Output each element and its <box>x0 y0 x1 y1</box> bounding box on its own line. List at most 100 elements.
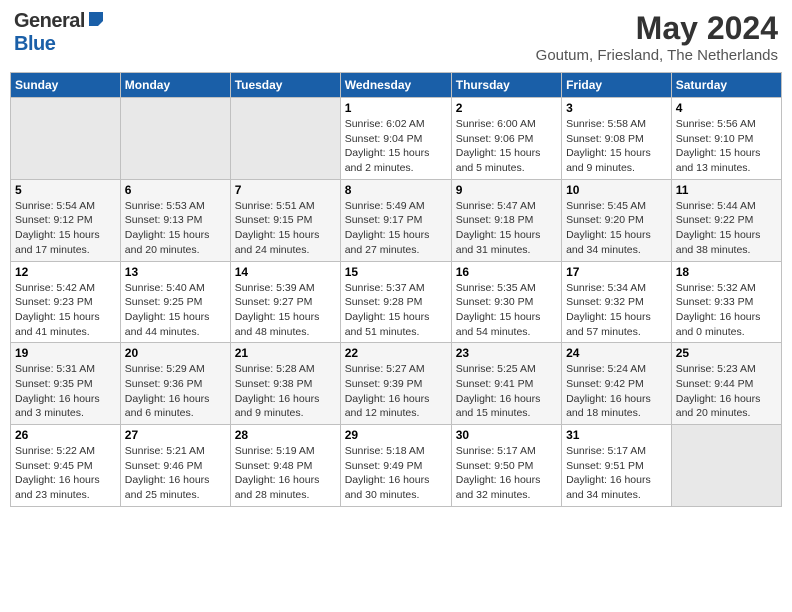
calendar-day-cell: 16Sunrise: 5:35 AM Sunset: 9:30 PM Dayli… <box>451 261 561 343</box>
calendar-day-cell: 17Sunrise: 5:34 AM Sunset: 9:32 PM Dayli… <box>562 261 672 343</box>
day-number: 29 <box>345 428 447 442</box>
day-number: 18 <box>676 265 777 279</box>
calendar-day-cell: 2 Sunrise: 6:00 AM Sunset: 9:06 PM Daylig… <box>451 98 561 180</box>
location-subtitle: Goutum, Friesland, The Netherlands <box>536 47 778 64</box>
day-number: 23 <box>456 346 557 360</box>
calendar-day-cell: 6 Sunrise: 5:53 AM Sunset: 9:13 PM Daylig… <box>120 179 230 261</box>
day-info: Sunrise: 6:02 AM Sunset: 9:04 PM Dayligh… <box>345 117 447 176</box>
day-info: Sunrise: 5:35 AM Sunset: 9:30 PM Dayligh… <box>456 281 557 340</box>
day-info: Sunrise: 5:19 AM Sunset: 9:48 PM Dayligh… <box>235 444 336 503</box>
calendar-week-row: 26 Sunrise: 5:22 AM Sunset: 9:45 PM Dayli… <box>11 425 782 507</box>
logo-general: General <box>14 10 85 33</box>
day-number: 13 <box>125 265 226 279</box>
day-number: 5 <box>15 183 116 197</box>
day-info: Sunrise: 5:21 AM Sunset: 9:46 PM Dayligh… <box>125 444 226 503</box>
calendar-day-cell: 29 Sunrise: 5:18 AM Sunset: 9:49 PM Dayli… <box>340 425 451 507</box>
day-info: Sunrise: 5:24 AM Sunset: 9:42 PM Dayligh… <box>566 362 667 421</box>
day-number: 6 <box>125 183 226 197</box>
day-info: Sunrise: 5:29 AM Sunset: 9:36 PM Dayligh… <box>125 362 226 421</box>
day-number: 19 <box>15 346 116 360</box>
day-number: 25 <box>676 346 777 360</box>
calendar-day-cell: 22Sunrise: 5:27 AM Sunset: 9:39 PM Dayli… <box>340 343 451 425</box>
calendar-day-cell: 11 Sunrise: 5:44 AM Sunset: 9:22 PM Dayli… <box>671 179 781 261</box>
day-info: Sunrise: 6:00 AM Sunset: 9:06 PM Dayligh… <box>456 117 557 176</box>
day-info: Sunrise: 5:25 AM Sunset: 9:41 PM Dayligh… <box>456 362 557 421</box>
weekday-header: Saturday <box>671 73 781 98</box>
day-number: 3 <box>566 101 667 115</box>
day-info: Sunrise: 5:51 AM Sunset: 9:15 PM Dayligh… <box>235 199 336 258</box>
calendar-day-cell: 21 Sunrise: 5:28 AM Sunset: 9:38 PM Dayli… <box>230 343 340 425</box>
day-info: Sunrise: 5:49 AM Sunset: 9:17 PM Dayligh… <box>345 199 447 258</box>
calendar-day-cell: 31Sunrise: 5:17 AM Sunset: 9:51 PM Dayli… <box>562 425 672 507</box>
day-info: Sunrise: 5:58 AM Sunset: 9:08 PM Dayligh… <box>566 117 667 176</box>
day-number: 14 <box>235 265 336 279</box>
day-info: Sunrise: 5:17 AM Sunset: 9:50 PM Dayligh… <box>456 444 557 503</box>
calendar-body: 1 Sunrise: 6:02 AM Sunset: 9:04 PM Daylig… <box>11 98 782 507</box>
day-info: Sunrise: 5:28 AM Sunset: 9:38 PM Dayligh… <box>235 362 336 421</box>
day-info: Sunrise: 5:40 AM Sunset: 9:25 PM Dayligh… <box>125 281 226 340</box>
calendar-day-cell: 30Sunrise: 5:17 AM Sunset: 9:50 PM Dayli… <box>451 425 561 507</box>
weekday-header: Friday <box>562 73 672 98</box>
calendar-table: SundayMondayTuesdayWednesdayThursdayFrid… <box>10 72 782 507</box>
day-info: Sunrise: 5:22 AM Sunset: 9:45 PM Dayligh… <box>15 444 116 503</box>
weekday-header: Monday <box>120 73 230 98</box>
day-number: 15 <box>345 265 447 279</box>
calendar-day-cell: 14 Sunrise: 5:39 AM Sunset: 9:27 PM Dayli… <box>230 261 340 343</box>
day-info: Sunrise: 5:47 AM Sunset: 9:18 PM Dayligh… <box>456 199 557 258</box>
day-info: Sunrise: 5:53 AM Sunset: 9:13 PM Dayligh… <box>125 199 226 258</box>
calendar-day-cell: 8 Sunrise: 5:49 AM Sunset: 9:17 PM Daylig… <box>340 179 451 261</box>
title-block: May 2024 Goutum, Friesland, The Netherla… <box>536 10 778 64</box>
calendar-week-row: 12 Sunrise: 5:42 AM Sunset: 9:23 PM Dayli… <box>11 261 782 343</box>
day-number: 9 <box>456 183 557 197</box>
day-info: Sunrise: 5:42 AM Sunset: 9:23 PM Dayligh… <box>15 281 116 340</box>
calendar-day-cell: 24Sunrise: 5:24 AM Sunset: 9:42 PM Dayli… <box>562 343 672 425</box>
day-number: 27 <box>125 428 226 442</box>
day-info: Sunrise: 5:18 AM Sunset: 9:49 PM Dayligh… <box>345 444 447 503</box>
calendar-day-cell: 10Sunrise: 5:45 AM Sunset: 9:20 PM Dayli… <box>562 179 672 261</box>
weekday-header-row: SundayMondayTuesdayWednesdayThursdayFrid… <box>11 73 782 98</box>
day-number: 2 <box>456 101 557 115</box>
day-info: Sunrise: 5:34 AM Sunset: 9:32 PM Dayligh… <box>566 281 667 340</box>
month-year-title: May 2024 <box>536 10 778 47</box>
calendar-day-cell <box>11 98 121 180</box>
day-info: Sunrise: 5:31 AM Sunset: 9:35 PM Dayligh… <box>15 362 116 421</box>
calendar-day-cell: 27 Sunrise: 5:21 AM Sunset: 9:46 PM Dayli… <box>120 425 230 507</box>
day-number: 10 <box>566 183 667 197</box>
calendar-day-cell: 4 Sunrise: 5:56 AM Sunset: 9:10 PM Daylig… <box>671 98 781 180</box>
page-header: General Blue May 2024 Goutum, Friesland,… <box>10 10 782 64</box>
calendar-day-cell: 28 Sunrise: 5:19 AM Sunset: 9:48 PM Dayli… <box>230 425 340 507</box>
day-info: Sunrise: 5:27 AM Sunset: 9:39 PM Dayligh… <box>345 362 447 421</box>
day-number: 26 <box>15 428 116 442</box>
day-number: 31 <box>566 428 667 442</box>
day-info: Sunrise: 5:37 AM Sunset: 9:28 PM Dayligh… <box>345 281 447 340</box>
calendar-header: SundayMondayTuesdayWednesdayThursdayFrid… <box>11 73 782 98</box>
day-number: 1 <box>345 101 447 115</box>
day-number: 12 <box>15 265 116 279</box>
calendar-day-cell: 9 Sunrise: 5:47 AM Sunset: 9:18 PM Daylig… <box>451 179 561 261</box>
day-number: 20 <box>125 346 226 360</box>
day-number: 7 <box>235 183 336 197</box>
day-number: 11 <box>676 183 777 197</box>
calendar-day-cell: 23 Sunrise: 5:25 AM Sunset: 9:41 PM Dayli… <box>451 343 561 425</box>
weekday-header: Tuesday <box>230 73 340 98</box>
logo-icon <box>87 10 105 28</box>
calendar-day-cell <box>230 98 340 180</box>
day-info: Sunrise: 5:44 AM Sunset: 9:22 PM Dayligh… <box>676 199 777 258</box>
day-info: Sunrise: 5:56 AM Sunset: 9:10 PM Dayligh… <box>676 117 777 176</box>
day-number: 4 <box>676 101 777 115</box>
logo: General Blue <box>14 10 105 56</box>
calendar-day-cell: 15 Sunrise: 5:37 AM Sunset: 9:28 PM Dayli… <box>340 261 451 343</box>
calendar-day-cell: 13 Sunrise: 5:40 AM Sunset: 9:25 PM Dayli… <box>120 261 230 343</box>
calendar-day-cell: 12 Sunrise: 5:42 AM Sunset: 9:23 PM Dayli… <box>11 261 121 343</box>
calendar-day-cell <box>671 425 781 507</box>
day-number: 28 <box>235 428 336 442</box>
day-info: Sunrise: 5:54 AM Sunset: 9:12 PM Dayligh… <box>15 199 116 258</box>
day-info: Sunrise: 5:39 AM Sunset: 9:27 PM Dayligh… <box>235 281 336 340</box>
day-number: 21 <box>235 346 336 360</box>
logo-blue: Blue <box>14 33 55 56</box>
day-number: 8 <box>345 183 447 197</box>
day-info: Sunrise: 5:32 AM Sunset: 9:33 PM Dayligh… <box>676 281 777 340</box>
calendar-week-row: 19 Sunrise: 5:31 AM Sunset: 9:35 PM Dayli… <box>11 343 782 425</box>
calendar-day-cell: 26 Sunrise: 5:22 AM Sunset: 9:45 PM Dayli… <box>11 425 121 507</box>
calendar-week-row: 5 Sunrise: 5:54 AM Sunset: 9:12 PM Daylig… <box>11 179 782 261</box>
